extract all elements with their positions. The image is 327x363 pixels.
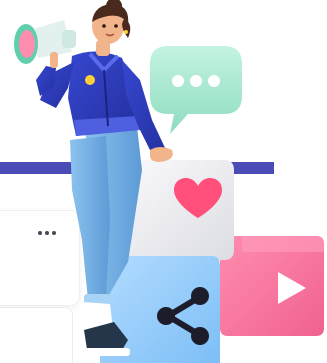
megaphone-icon [14,20,76,68]
character [14,0,173,356]
hero-illustration [0,0,327,363]
